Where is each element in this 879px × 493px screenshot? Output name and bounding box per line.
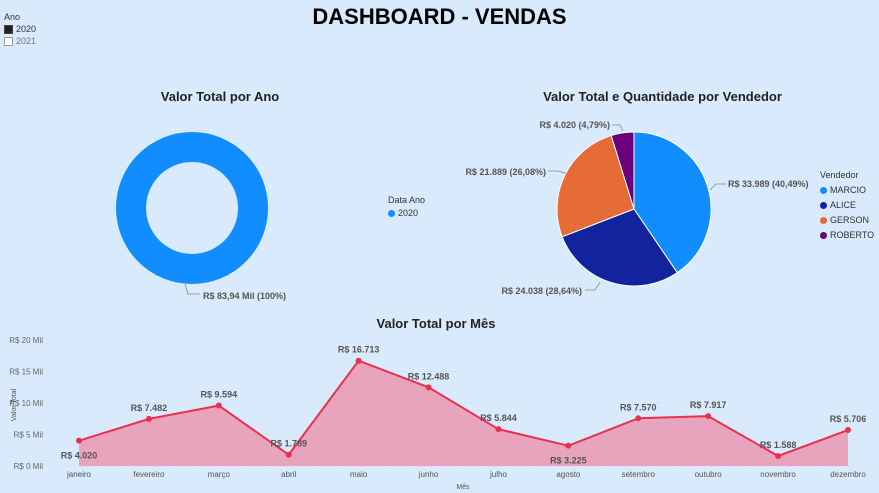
legend-label: MARCIO bbox=[830, 185, 866, 195]
label-leader-alice bbox=[585, 281, 601, 291]
checkbox-checked-icon[interactable] bbox=[4, 24, 13, 34]
label-leader-marcio bbox=[709, 183, 726, 191]
label-leader-gerson bbox=[548, 170, 569, 175]
data-point-outubro[interactable] bbox=[705, 413, 712, 420]
data-point-janeiro[interactable] bbox=[76, 437, 82, 444]
data-point-maio[interactable] bbox=[355, 357, 362, 364]
x-tick-label: setembro bbox=[622, 470, 656, 479]
slicer-item-2021[interactable]: 2021 bbox=[4, 36, 36, 46]
x-tick-label: novembro bbox=[760, 470, 796, 479]
donut-chart: R$ 83,94 Mil (100%) bbox=[116, 132, 286, 301]
data-label-agosto: R$ 3.225 bbox=[550, 456, 587, 466]
pie-data-label-gerson: R$ 21.889 (26,08%) bbox=[465, 167, 546, 177]
legend-label: ROBERTO bbox=[830, 230, 875, 240]
x-tick-label: janeiro bbox=[66, 470, 92, 479]
legend-label: GERSON bbox=[830, 215, 870, 225]
data-label-janeiro: R$ 4.020 bbox=[61, 451, 98, 461]
data-label-abril: R$ 1.789 bbox=[270, 439, 307, 449]
legend-dot bbox=[820, 201, 827, 209]
legend-item-marcio[interactable]: MARCIO bbox=[820, 185, 874, 195]
legend-label: 2020 bbox=[398, 208, 419, 218]
pie-data-label-roberto: R$ 4.020 (4,79%) bbox=[539, 120, 610, 130]
legend-dot bbox=[820, 216, 827, 224]
donut-chart-title: Valor Total por Ano bbox=[160, 89, 280, 104]
data-point-setembro[interactable] bbox=[635, 415, 642, 422]
legend-dot bbox=[820, 186, 827, 194]
donut-legend: Data Ano 2020 bbox=[388, 195, 425, 218]
year-slicer: Ano 2020 2021 bbox=[4, 12, 36, 46]
legend-item-roberto[interactable]: ROBERTO bbox=[820, 230, 874, 240]
area-fill bbox=[79, 360, 848, 466]
data-point-março[interactable] bbox=[215, 402, 222, 409]
data-label-dezembro: R$ 5.706 bbox=[830, 414, 867, 424]
donut-label-leader bbox=[184, 283, 200, 295]
legend-item-2020[interactable]: 2020 bbox=[388, 208, 425, 218]
donut-slice-2020[interactable] bbox=[116, 132, 268, 284]
data-point-agosto[interactable] bbox=[565, 442, 572, 449]
legend-label: ALICE bbox=[830, 200, 857, 210]
label-leader-roberto bbox=[612, 124, 624, 132]
y-tick-label: R$ 20 Mil bbox=[9, 336, 43, 345]
x-axis-label: Mês bbox=[456, 484, 470, 491]
data-label-outubro: R$ 7.917 bbox=[690, 400, 727, 410]
slicer-item-label: 2020 bbox=[16, 24, 37, 34]
x-tick-label: dezembro bbox=[830, 470, 866, 479]
y-tick-label: R$ 0 Mil bbox=[14, 462, 44, 471]
checkbox-unchecked-icon[interactable] bbox=[4, 36, 13, 46]
legend-dot bbox=[820, 231, 827, 239]
legend-title: Vendedor bbox=[820, 170, 859, 180]
legend-item-alice[interactable]: ALICE bbox=[820, 200, 874, 210]
data-point-dezembro[interactable] bbox=[845, 427, 851, 434]
x-tick-label: março bbox=[208, 470, 231, 479]
data-point-abril[interactable] bbox=[285, 451, 292, 458]
pie-legend: Vendedor MARCIO ALICE GERSON ROBERTO bbox=[820, 170, 874, 240]
data-point-julho[interactable] bbox=[495, 426, 502, 433]
slicer-item-2020[interactable]: 2020 bbox=[4, 24, 36, 34]
data-label-junho: R$ 12.488 bbox=[408, 371, 450, 381]
data-point-fevereiro[interactable] bbox=[145, 415, 152, 422]
data-point-junho[interactable] bbox=[425, 384, 432, 391]
data-label-setembro: R$ 7.570 bbox=[620, 402, 657, 412]
x-tick-label: junho bbox=[418, 470, 439, 479]
y-axis-label: Valor Total bbox=[11, 388, 18, 421]
x-tick-label: maio bbox=[350, 470, 368, 479]
slicer-title: Ano bbox=[4, 12, 21, 22]
x-tick-label: fevereiro bbox=[133, 470, 165, 479]
y-tick-label: R$ 15 Mil bbox=[9, 368, 43, 377]
data-label-novembro: R$ 1.588 bbox=[760, 440, 797, 450]
legend-item-gerson[interactable]: GERSON bbox=[820, 215, 874, 225]
y-tick-label: R$ 5 Mil bbox=[14, 431, 44, 440]
x-tick-label: outubro bbox=[695, 470, 723, 479]
data-label-maio: R$ 16.713 bbox=[338, 345, 380, 355]
area-chart: R$ 0 MilR$ 5 MilR$ 10 MilR$ 15 MilR$ 20 … bbox=[9, 336, 867, 491]
x-tick-label: agosto bbox=[556, 470, 581, 479]
area-chart-title: Valor Total por Mês bbox=[376, 316, 496, 331]
page-title: DASHBOARD - VENDAS bbox=[312, 4, 567, 29]
data-label-março: R$ 9.594 bbox=[201, 390, 238, 400]
legend-dot bbox=[388, 209, 395, 217]
pie-chart-title: Valor Total e Quantidade por Vendedor bbox=[543, 89, 782, 104]
data-label-fevereiro: R$ 7.482 bbox=[131, 403, 168, 413]
slicer-item-label: 2021 bbox=[16, 36, 37, 46]
data-label-julho: R$ 5.844 bbox=[480, 413, 517, 423]
pie-data-label-marcio: R$ 33.989 (40,49%) bbox=[728, 179, 809, 189]
legend-title: Data Ano bbox=[388, 195, 426, 205]
pie-data-label-alice: R$ 24.038 (28,64%) bbox=[501, 286, 582, 296]
donut-data-label: R$ 83,94 Mil (100%) bbox=[203, 291, 286, 301]
x-tick-label: julho bbox=[489, 470, 507, 479]
x-tick-label: abril bbox=[281, 470, 296, 479]
data-point-novembro[interactable] bbox=[775, 452, 782, 459]
pie-chart: R$ 33.989 (40,49%) R$ 24.038 (28,64%) R$… bbox=[465, 120, 809, 296]
